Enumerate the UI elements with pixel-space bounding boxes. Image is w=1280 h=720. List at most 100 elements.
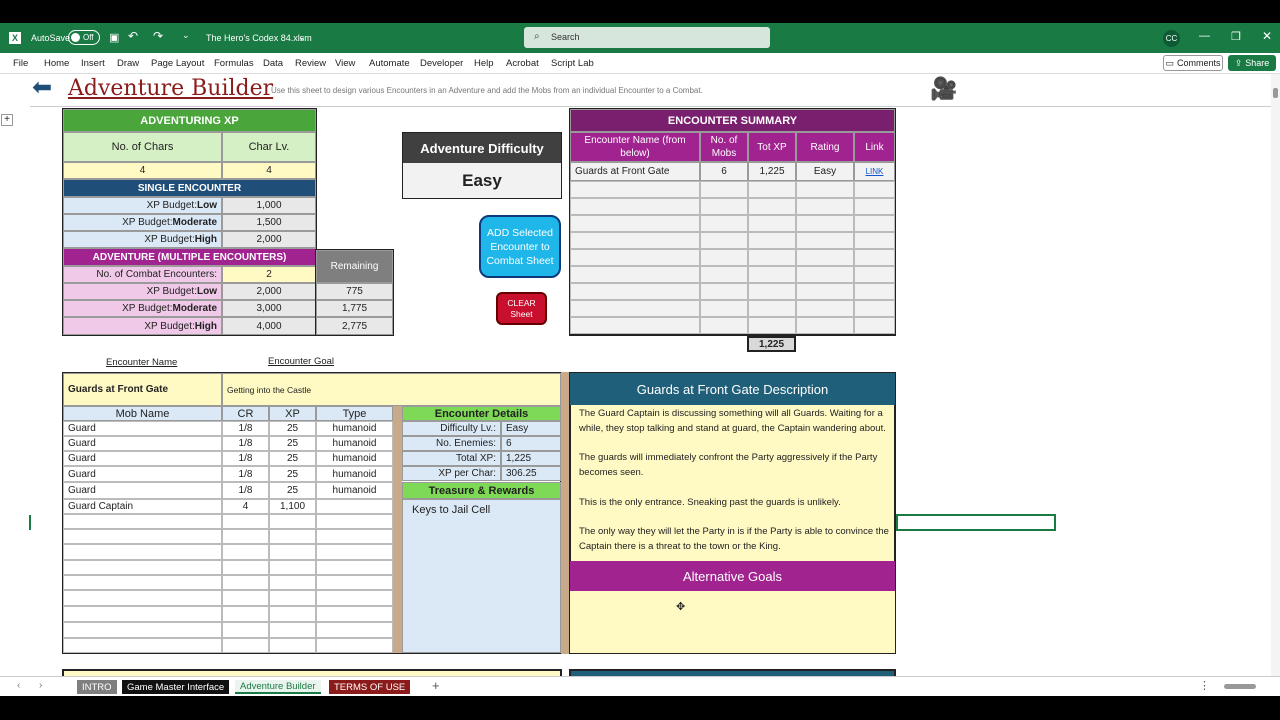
empty-cell[interactable] (222, 622, 269, 638)
summary-empty-cell[interactable] (854, 317, 895, 334)
menu-data[interactable]: Data (263, 58, 283, 69)
mob-xp-cell[interactable]: 25 (269, 436, 316, 451)
empty-cell[interactable] (63, 622, 222, 638)
summary-empty-cell[interactable] (570, 300, 700, 317)
menu-view[interactable]: View (335, 58, 355, 69)
mob-type-cell[interactable]: humanoid (316, 451, 393, 466)
summary-empty-cell[interactable] (570, 198, 700, 215)
menu-file[interactable]: File (13, 58, 28, 69)
summary-empty-cell[interactable] (854, 283, 895, 300)
add-sheet-icon[interactable]: + (432, 678, 440, 693)
summary-empty-cell[interactable] (796, 266, 854, 283)
menu-automate[interactable]: Automate (369, 58, 410, 69)
excel-logo-icon[interactable]: X (9, 32, 21, 44)
empty-cell[interactable] (316, 560, 393, 575)
summary-empty-cell[interactable] (748, 283, 796, 300)
scroll-thumb[interactable] (1273, 88, 1278, 98)
summary-empty-cell[interactable] (748, 198, 796, 215)
summary-empty-cell[interactable] (570, 249, 700, 266)
mob-cr-cell[interactable]: 1/8 (222, 466, 269, 482)
summary-row-name[interactable]: Guards at Front Gate (570, 162, 700, 181)
empty-cell[interactable] (269, 622, 316, 638)
summary-empty-cell[interactable] (854, 266, 895, 283)
mob-name-cell[interactable]: Guard (63, 451, 222, 466)
summary-empty-cell[interactable] (748, 249, 796, 266)
summary-empty-cell[interactable] (748, 181, 796, 198)
add-encounter-button[interactable]: ADD Selected Encounter to Combat Sheet (479, 215, 561, 278)
empty-cell[interactable] (222, 514, 269, 529)
menu-page-layout[interactable]: Page Layout (151, 58, 204, 69)
empty-cell[interactable] (63, 638, 222, 653)
minimize-icon[interactable]: — (1199, 30, 1210, 42)
summary-empty-cell[interactable] (700, 215, 748, 232)
empty-cell[interactable] (316, 622, 393, 638)
summary-empty-cell[interactable] (700, 249, 748, 266)
mob-name-cell[interactable]: Guard (63, 482, 222, 499)
summary-empty-cell[interactable] (796, 215, 854, 232)
summary-empty-cell[interactable] (700, 300, 748, 317)
camera-icon[interactable]: 🎥 (930, 77, 957, 101)
summary-empty-cell[interactable] (854, 249, 895, 266)
mob-type-cell[interactable]: humanoid (316, 421, 393, 436)
alt-goals-body[interactable] (570, 591, 895, 653)
mob-name-cell[interactable]: Guard (63, 436, 222, 451)
empty-cell[interactable] (63, 514, 222, 529)
mob-xp-cell[interactable]: 1,100 (269, 499, 316, 514)
mob-cr-cell[interactable]: 1/8 (222, 421, 269, 436)
empty-cell[interactable] (269, 560, 316, 575)
combat-encounters-value[interactable]: 2 (222, 266, 316, 283)
scroll-right-icon[interactable]: › (39, 680, 42, 691)
encounter-name-value[interactable]: Guards at Front Gate (63, 373, 222, 406)
mob-name-cell[interactable]: Guard (63, 466, 222, 482)
scroll-left-icon[interactable]: ‹ (17, 680, 20, 691)
mob-xp-cell[interactable]: 25 (269, 482, 316, 499)
empty-cell[interactable] (222, 560, 269, 575)
empty-cell[interactable] (316, 514, 393, 529)
mob-name-cell[interactable]: Guard (63, 421, 222, 436)
menu-developer[interactable]: Developer (420, 58, 463, 69)
tab-intro[interactable]: INTRO (77, 680, 117, 694)
menu-home[interactable]: Home (44, 58, 69, 69)
summary-row-link[interactable]: LINK (854, 162, 895, 181)
summary-empty-cell[interactable] (854, 181, 895, 198)
mob-type-cell[interactable]: humanoid (316, 482, 393, 499)
mob-xp-cell[interactable]: 25 (269, 451, 316, 466)
comments-button[interactable]: ▭ Comments (1163, 55, 1223, 71)
summary-empty-cell[interactable] (748, 317, 796, 334)
filename-chevron-icon[interactable]: ⌄ (298, 32, 306, 43)
summary-empty-cell[interactable] (570, 232, 700, 249)
back-arrow-icon[interactable]: ⬅ (32, 76, 52, 100)
empty-cell[interactable] (316, 575, 393, 590)
undo-icon[interactable]: ↶ (128, 29, 138, 43)
summary-empty-cell[interactable] (854, 215, 895, 232)
empty-cell[interactable] (63, 560, 222, 575)
mob-cr-cell[interactable]: 1/8 (222, 451, 269, 466)
empty-cell[interactable] (316, 590, 393, 606)
empty-cell[interactable] (63, 544, 222, 560)
mob-cr-cell[interactable]: 1/8 (222, 436, 269, 451)
char-lv-value[interactable]: 4 (222, 162, 316, 179)
empty-cell[interactable] (269, 606, 316, 622)
autosave-toggle[interactable]: Off (68, 30, 100, 45)
empty-cell[interactable] (269, 590, 316, 606)
summary-empty-cell[interactable] (796, 181, 854, 198)
summary-empty-cell[interactable] (570, 283, 700, 300)
empty-cell[interactable] (222, 590, 269, 606)
empty-cell[interactable] (222, 638, 269, 653)
summary-empty-cell[interactable] (748, 215, 796, 232)
mob-xp-cell[interactable]: 25 (269, 421, 316, 436)
summary-empty-cell[interactable] (570, 266, 700, 283)
summary-empty-cell[interactable] (748, 300, 796, 317)
selected-cell[interactable] (896, 514, 1056, 531)
summary-empty-cell[interactable] (796, 232, 854, 249)
empty-cell[interactable] (222, 529, 269, 544)
menu-acrobat[interactable]: Acrobat (506, 58, 539, 69)
summary-empty-cell[interactable] (570, 181, 700, 198)
summary-empty-cell[interactable] (854, 232, 895, 249)
empty-cell[interactable] (63, 606, 222, 622)
mob-name-cell[interactable]: Guard Captain (63, 499, 222, 514)
empty-cell[interactable] (269, 638, 316, 653)
summary-empty-cell[interactable] (796, 317, 854, 334)
empty-cell[interactable] (63, 575, 222, 590)
chars-value[interactable]: 4 (63, 162, 222, 179)
